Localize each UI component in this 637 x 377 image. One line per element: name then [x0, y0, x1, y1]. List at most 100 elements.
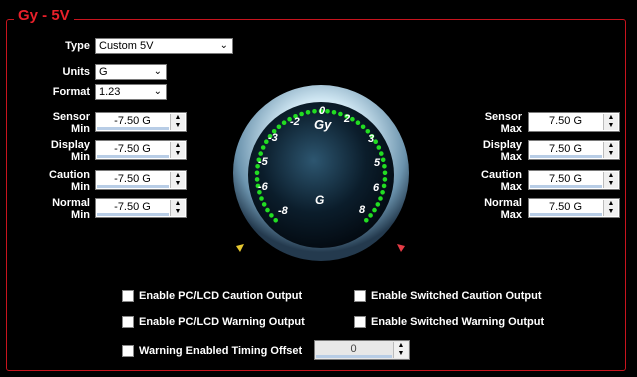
spin-down-icon[interactable]: ▼: [604, 150, 618, 158]
pc-warning-label: Enable PC/LCD Warning Output: [139, 316, 305, 328]
caution-marker-icon: [236, 244, 244, 252]
gauge-led: [368, 213, 373, 218]
tick-label: 0: [319, 105, 326, 117]
spin-up-icon[interactable]: ▲: [604, 172, 618, 180]
gauge-led: [360, 124, 366, 130]
format-select[interactable]: 1.23 ⌄: [95, 84, 167, 100]
spin-up-icon[interactable]: ▲: [171, 142, 185, 150]
normal-min-value: -7.50 G: [114, 201, 151, 213]
display-max-input[interactable]: 7.50 G ▲ ▼: [528, 140, 620, 160]
spin-up-icon[interactable]: ▲: [604, 200, 618, 208]
tick-label: -3: [268, 132, 278, 144]
gauge-led: [260, 145, 266, 150]
normal-max-input[interactable]: 7.50 G ▲ ▼: [528, 198, 620, 218]
units-label: Units: [62, 66, 91, 78]
gauge-led: [276, 124, 282, 130]
gauge-led: [382, 177, 388, 182]
display-min-value: -7.50 G: [114, 143, 151, 155]
display-min-label: Display Min: [50, 139, 90, 163]
sensor-min-input[interactable]: -7.50 G ▲ ▼: [95, 112, 187, 132]
spin-up-icon[interactable]: ▲: [171, 114, 185, 122]
spin-up-icon[interactable]: ▲: [171, 200, 185, 208]
sw-warning-label: Enable Switched Warning Output: [371, 316, 545, 328]
gauge-led: [259, 196, 264, 201]
sw-caution-label: Enable Switched Caution Output: [371, 290, 542, 302]
caution-min-label: Caution Min: [49, 169, 90, 193]
tick-label: 3: [368, 133, 375, 145]
spin-down-icon[interactable]: ▼: [171, 122, 185, 130]
pc-warning-checkbox[interactable]: [122, 316, 134, 328]
caution-max-input[interactable]: 7.50 G ▲ ▼: [528, 170, 620, 190]
spin-down-icon[interactable]: ▼: [394, 350, 408, 358]
timing-offset-checkbox[interactable]: [122, 345, 134, 357]
pc-caution-checkbox[interactable]: [122, 290, 134, 302]
timing-offset-value: 0: [350, 343, 357, 355]
normal-max-label: Normal Max: [484, 197, 522, 221]
tick-label: -8: [278, 205, 288, 217]
gauge-led: [331, 110, 337, 115]
tick-label: 8: [359, 204, 366, 216]
gauge-led: [380, 190, 385, 195]
sensor-max-value: 7.50 G: [548, 115, 583, 127]
tick-label: -6: [258, 181, 268, 193]
gauge-led: [376, 145, 382, 150]
chevron-down-icon: ⌄: [153, 66, 162, 77]
caution-max-value: 7.50 G: [548, 173, 583, 185]
timing-offset-label: Warning Enabled Timing Offset: [139, 345, 303, 357]
sensor-max-input[interactable]: 7.50 G ▲ ▼: [528, 112, 620, 132]
pc-caution-label: Enable PC/LCD Caution Output: [139, 290, 303, 302]
spin-down-icon[interactable]: ▼: [171, 208, 185, 216]
gauge-led: [299, 111, 304, 117]
sw-caution-checkbox[interactable]: [354, 290, 366, 302]
gauge-led: [312, 109, 317, 114]
caution-min-value: -7.50 G: [114, 173, 151, 185]
gauge-led: [305, 110, 311, 115]
gauge-led: [281, 120, 287, 125]
spin-up-icon[interactable]: ▲: [394, 342, 408, 350]
input-focus-bar: [97, 155, 169, 158]
type-select[interactable]: Custom 5V ⌄: [95, 38, 233, 54]
spin-down-icon[interactable]: ▼: [604, 208, 618, 216]
chevron-down-icon: ⌄: [153, 86, 162, 97]
spin-up-icon[interactable]: ▲: [171, 172, 185, 180]
units-value: G: [99, 66, 108, 78]
gauge-led: [254, 170, 260, 176]
normal-min-input[interactable]: -7.50 G ▲ ▼: [95, 198, 187, 218]
normal-min-label: Normal Min: [52, 197, 90, 221]
sw-warning-checkbox[interactable]: [354, 316, 366, 328]
spin-up-icon[interactable]: ▲: [604, 142, 618, 150]
caution-max-label: Caution Max: [481, 169, 522, 193]
format-label: Format: [52, 86, 90, 98]
spin-up-icon[interactable]: ▲: [604, 114, 618, 122]
input-focus-bar: [97, 213, 169, 216]
tick-label: -2: [290, 116, 300, 128]
display-min-input[interactable]: -7.50 G ▲ ▼: [95, 140, 187, 160]
spin-down-icon[interactable]: ▼: [604, 180, 618, 188]
gauge-led: [269, 213, 274, 218]
normal-max-value: 7.50 G: [548, 201, 583, 213]
gauge-led: [265, 207, 270, 213]
input-focus-bar: [97, 185, 169, 188]
tick-label: 6: [373, 182, 380, 194]
spin-down-icon[interactable]: ▼: [604, 122, 618, 130]
caution-min-input[interactable]: -7.50 G ▲ ▼: [95, 170, 187, 190]
input-focus-bar: [530, 213, 602, 216]
tick-label: -5: [258, 156, 268, 168]
display-max-value: 7.50 G: [548, 143, 583, 155]
gauge-led: [273, 218, 278, 223]
spin-down-icon[interactable]: ▼: [171, 180, 185, 188]
format-value: 1.23: [99, 86, 121, 98]
spin-down-icon[interactable]: ▼: [171, 150, 185, 158]
units-select[interactable]: G ⌄: [95, 64, 167, 80]
tick-label: 2: [344, 113, 351, 125]
gauge-led: [379, 151, 384, 156]
gauge-unit: G: [315, 193, 325, 207]
input-focus-bar: [530, 155, 602, 158]
gauge-led: [382, 164, 387, 169]
gauge-led: [350, 116, 355, 122]
timing-offset-input[interactable]: 0 ▲ ▼: [314, 340, 410, 360]
gauge-led: [380, 157, 386, 163]
input-focus-bar: [97, 127, 169, 130]
sensor-min-value: -7.50 G: [114, 115, 151, 127]
warning-marker-icon: [397, 244, 405, 252]
